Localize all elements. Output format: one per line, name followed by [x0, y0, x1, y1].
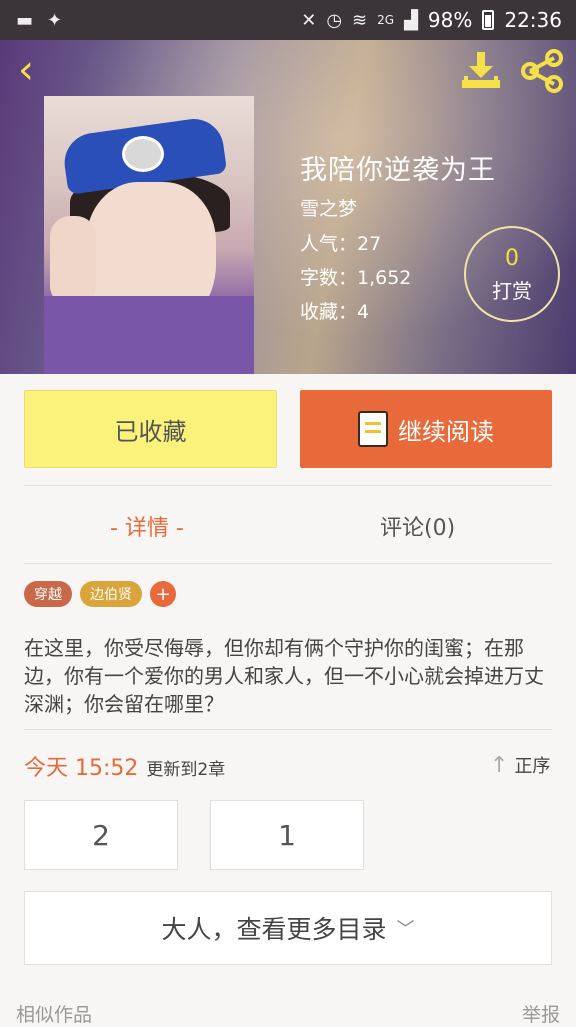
divider — [24, 485, 552, 486]
sort-order-button[interactable]: ↑ 正序 — [490, 752, 550, 778]
alarm-icon: ◷ — [326, 9, 343, 31]
chevron-down-icon: ﹀ — [396, 919, 415, 940]
book-word-count: 字数：1,652 — [300, 267, 412, 289]
report-link[interactable]: 举报 — [522, 1000, 560, 1027]
tab-comments[interactable]: 评论(0) — [380, 510, 455, 542]
share-icon[interactable] — [520, 48, 566, 94]
tag-item[interactable]: 穿越 — [24, 581, 72, 607]
continue-reading-button[interactable]: 继续阅读 — [300, 390, 552, 468]
tip-button[interactable]: 0 打赏 — [464, 226, 560, 322]
more-catalog-button[interactable]: 大人，查看更多目录 ﹀ — [24, 891, 552, 965]
favorite-button[interactable]: 已收藏 — [24, 390, 277, 468]
book-author[interactable]: 雪之梦 — [300, 194, 357, 221]
similar-works-label: 相似作品 — [16, 1004, 93, 1026]
tab-detail[interactable]: - 详情 - — [110, 510, 184, 542]
status-bar: ▬ ✦ ✕ ◷ ≋ 2G ▟ 98% 22:36 — [0, 0, 576, 40]
book-title: 我陪你逆袭为王 — [300, 155, 496, 186]
tip-count: 0 — [505, 246, 519, 271]
bulb-icon: ✦ — [47, 9, 63, 31]
tag-item[interactable]: 边伯贤 — [80, 581, 142, 607]
signal-icon: ▟ — [404, 9, 418, 31]
book-icon — [358, 411, 388, 447]
chapter-item[interactable]: 1 — [210, 800, 364, 870]
battery-percent: 98% — [427, 8, 473, 32]
back-icon[interactable]: ‹ — [18, 50, 48, 90]
book-cover[interactable] — [44, 96, 254, 374]
tip-label: 打赏 — [492, 279, 532, 303]
update-info: 今天 15:52 更新到2章 — [24, 750, 225, 782]
update-text: 更新到2章 — [146, 760, 226, 780]
chat-icon: ▬ — [16, 9, 34, 31]
download-icon[interactable] — [460, 50, 502, 92]
more-catalog-label: 大人，查看更多目录 — [161, 915, 387, 944]
wifi-icon: ≋ — [352, 9, 368, 31]
book-favorites: 收藏：4 — [300, 301, 370, 323]
mute-icon: ✕ — [301, 9, 317, 31]
update-time: 今天 15:52 — [24, 756, 139, 781]
chapter-item[interactable]: 2 — [24, 800, 178, 870]
divider — [24, 729, 552, 730]
divider — [24, 563, 552, 564]
book-header: ‹ 我陪你逆袭为王 雪之梦 人气：27 字数：1,652 收藏：4 0 打赏 — [0, 40, 576, 374]
network-label: 2G — [377, 13, 395, 27]
book-description: 在这里，你受尽侮辱，但你却有俩个守护你的闺蜜；在那边，你有一个爱你的男人和家人，… — [24, 636, 544, 716]
tag-list: 穿越 边伯贤 + — [24, 581, 176, 607]
clock: 22:36 — [504, 8, 562, 32]
add-tag-button[interactable]: + — [150, 581, 176, 607]
favorite-label: 已收藏 — [114, 417, 187, 446]
arrow-up-icon: ↑ — [490, 752, 509, 778]
battery-icon — [482, 10, 495, 30]
book-popularity: 人气：27 — [300, 233, 382, 255]
continue-reading-label: 继续阅读 — [398, 417, 494, 446]
sort-order-label: 正序 — [514, 756, 551, 777]
